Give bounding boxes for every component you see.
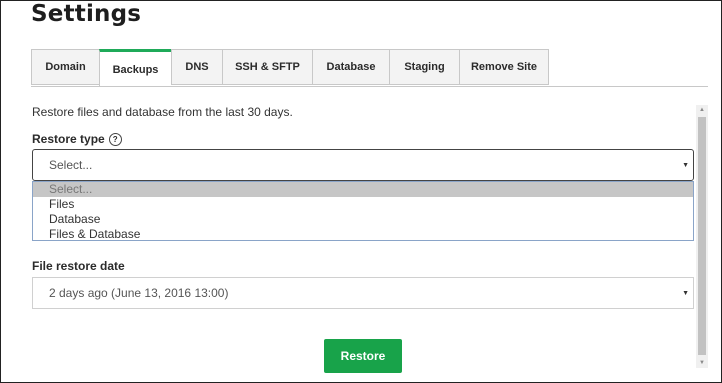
option-files[interactable]: Files: [33, 197, 693, 212]
tab-domain[interactable]: Domain: [31, 49, 99, 85]
restore-type-dropdown: Select... Files Database Files & Databas…: [32, 181, 694, 241]
backup-description: Restore files and database from the last…: [32, 105, 293, 119]
restore-type-value: Select...: [49, 158, 93, 172]
file-restore-date-value: 2 days ago (June 13, 2016 13:00): [49, 286, 229, 300]
tab-backups[interactable]: Backups: [99, 49, 171, 87]
vertical-scrollbar[interactable]: ▲ ▼: [696, 105, 708, 368]
tab-database[interactable]: Database: [312, 49, 389, 85]
scroll-down-icon[interactable]: ▼: [696, 358, 708, 368]
restore-type-label: Restore type ?: [32, 132, 122, 146]
tab-remove-site[interactable]: Remove Site: [459, 49, 549, 85]
restore-type-select[interactable]: Select... ▼: [32, 149, 694, 181]
chevron-down-icon: ▼: [682, 289, 689, 297]
option-select[interactable]: Select...: [33, 182, 693, 197]
option-database[interactable]: Database: [33, 212, 693, 227]
tab-divider: [31, 86, 708, 87]
tab-dns[interactable]: DNS: [171, 49, 222, 85]
restore-type-label-text: Restore type: [32, 132, 105, 146]
settings-window: Settings Domain Backups DNS SSH & SFTP D…: [0, 0, 722, 383]
settings-tabs: Domain Backups DNS SSH & SFTP Database S…: [31, 49, 549, 87]
file-restore-date-label: File restore date: [32, 259, 125, 273]
chevron-down-icon: ▼: [682, 161, 689, 169]
tab-ssh-sftp[interactable]: SSH & SFTP: [222, 49, 312, 85]
scroll-up-icon[interactable]: ▲: [696, 105, 708, 115]
page-title: Settings: [31, 1, 142, 27]
restore-button[interactable]: Restore: [324, 339, 402, 373]
file-restore-date-select[interactable]: 2 days ago (June 13, 2016 13:00) ▼: [32, 277, 694, 309]
scroll-thumb[interactable]: [698, 117, 706, 355]
help-icon[interactable]: ?: [108, 132, 122, 146]
tab-staging[interactable]: Staging: [389, 49, 459, 85]
option-files-database[interactable]: Files & Database: [33, 227, 693, 242]
